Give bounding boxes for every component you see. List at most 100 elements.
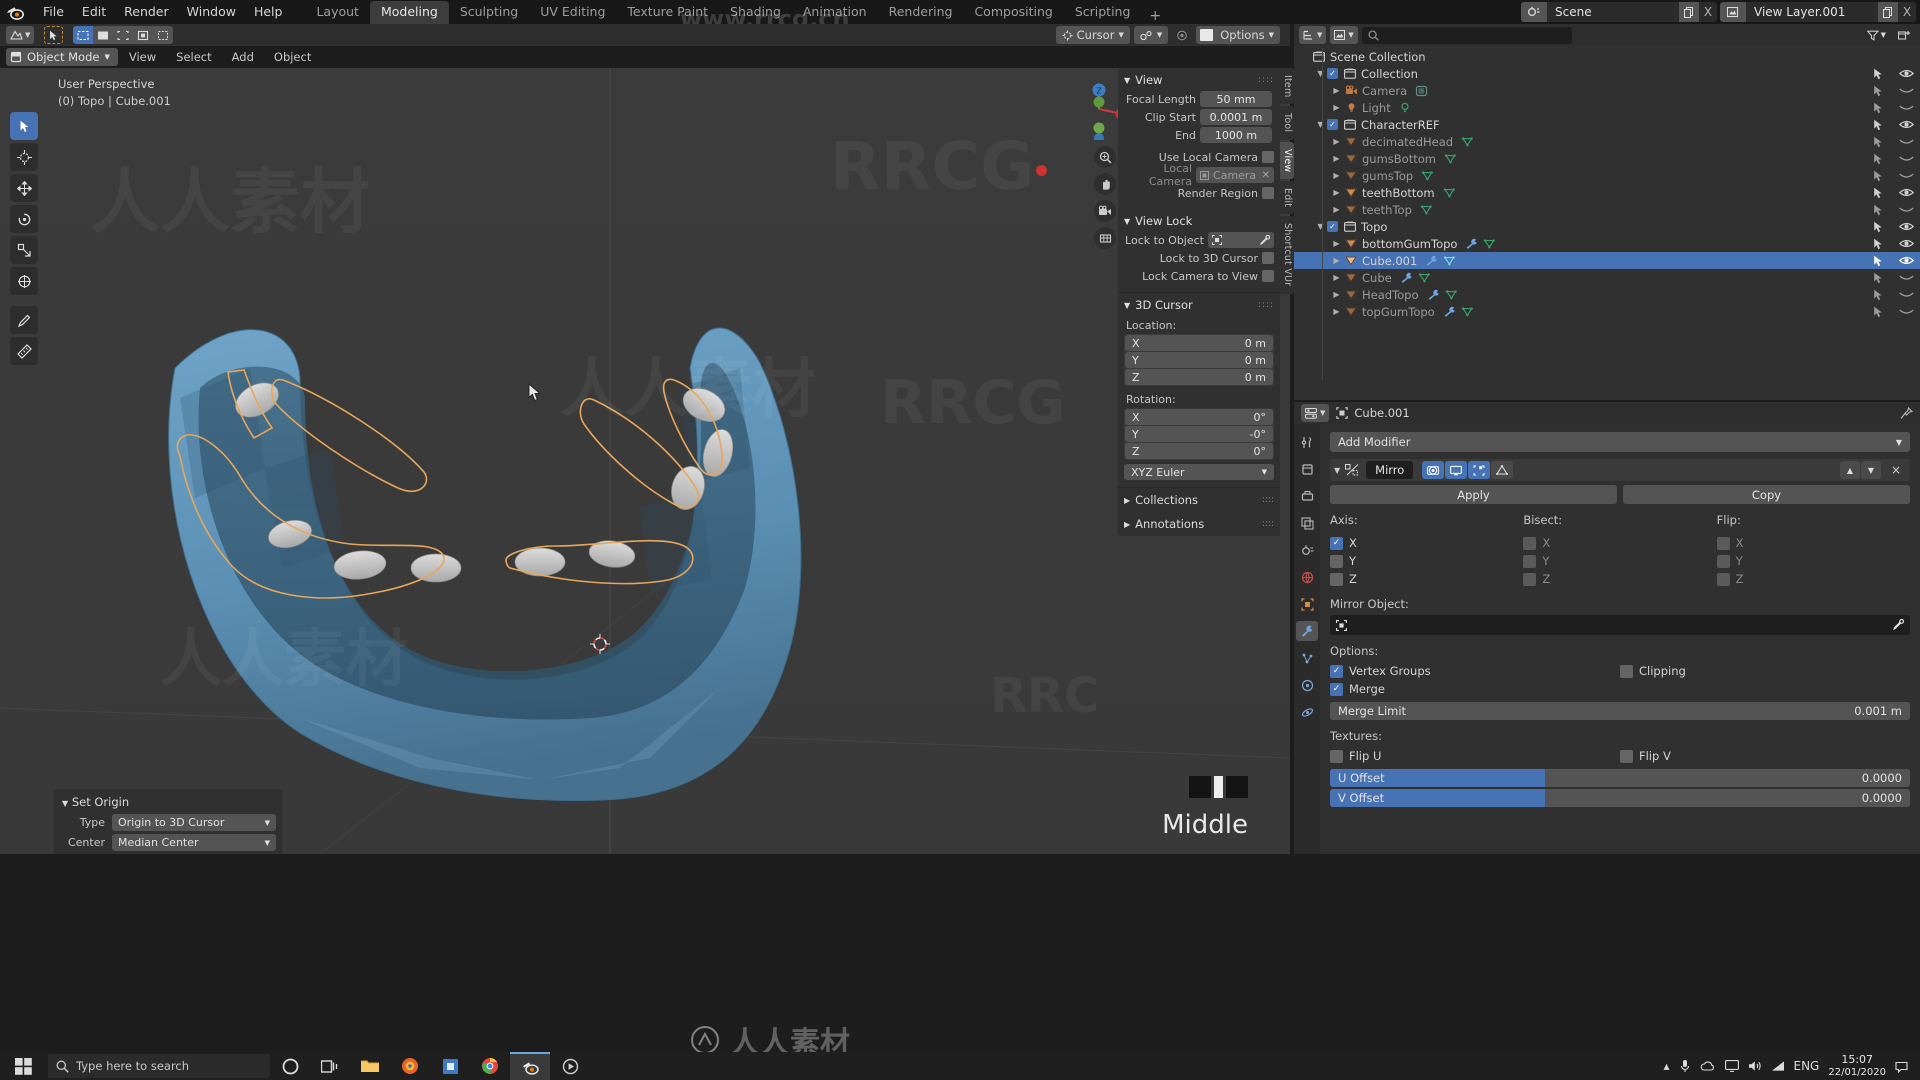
vertex-groups-row[interactable]: ✓ Vertex Groups: [1330, 662, 1620, 680]
cursor-loc-x[interactable]: X 0 m: [1125, 335, 1273, 351]
outliner-visibility-toggle[interactable]: [1899, 119, 1914, 130]
blender-logo-icon[interactable]: [6, 3, 26, 21]
taskbar-search-input[interactable]: Type here to search: [48, 1054, 270, 1078]
merge-checkbox[interactable]: ✓: [1330, 682, 1343, 696]
pin-icon[interactable]: [1900, 406, 1913, 420]
constraint-tab[interactable]: [1296, 702, 1318, 722]
select-subtract-icon[interactable]: [113, 26, 133, 44]
outliner-select-toggle[interactable]: [1873, 272, 1885, 284]
lock-camera-to-view-row[interactable]: Lock Camera to View: [1124, 268, 1274, 284]
particles-tab[interactable]: [1296, 648, 1318, 668]
clip-start-row[interactable]: Clip Start 0.0001 m: [1124, 109, 1274, 125]
modifier-name-field[interactable]: Mirro: [1366, 461, 1414, 479]
outliner-object-row[interactable]: ▶ Cube.001: [1294, 252, 1920, 269]
task-view-icon[interactable]: [310, 1052, 350, 1080]
select-invert-icon[interactable]: [133, 26, 153, 44]
blender-icon[interactable]: [510, 1052, 550, 1080]
workspace-tab-layout[interactable]: Layout: [305, 1, 370, 24]
outliner-select-toggle[interactable]: [1873, 187, 1885, 199]
bisect-z-checkbox[interactable]: [1523, 572, 1537, 586]
remove-view-layer-button[interactable]: X: [1898, 2, 1916, 22]
mesh-data-icon[interactable]: [1443, 187, 1456, 198]
scale-tool-button[interactable]: [10, 236, 38, 264]
workspace-tab-texture-paint[interactable]: Texture Paint: [616, 1, 719, 24]
render-region-checkbox[interactable]: [1262, 187, 1274, 199]
local-camera-clear-icon[interactable]: ✕: [1262, 170, 1270, 181]
outliner-editor[interactable]: ▼ ▼ ▼ Scene Collection ▼ ✓ Collection ▶ Camer…: [1294, 24, 1920, 400]
outliner-object-row[interactable]: ▶ topGumTopo: [1294, 303, 1920, 320]
outliner-expand-toggle[interactable]: ▶: [1330, 103, 1343, 112]
modifier-icon[interactable]: [1443, 306, 1456, 317]
use-local-camera-checkbox[interactable]: [1262, 151, 1274, 163]
flip-u-checkbox[interactable]: [1330, 749, 1343, 763]
onedrive-icon[interactable]: [1700, 1060, 1716, 1072]
outliner-visibility-toggle[interactable]: [1899, 104, 1914, 112]
lock-to-3d-cursor-checkbox[interactable]: [1262, 252, 1274, 264]
tool-tab[interactable]: [1296, 432, 1318, 452]
select-box-icon[interactable]: [73, 26, 94, 44]
annotations-panel-header[interactable]: ▶ Annotations ::::: [1118, 512, 1280, 536]
annotate-tool-button[interactable]: [10, 306, 38, 334]
new-view-layer-button[interactable]: [1878, 2, 1898, 22]
camera-data-icon[interactable]: [1415, 85, 1428, 97]
editor-type-button[interactable]: ▼: [6, 26, 35, 44]
cursor-rot-x[interactable]: X 0°: [1125, 409, 1273, 425]
modifier-icon[interactable]: [1425, 255, 1438, 266]
bisect-x-checkbox[interactable]: [1523, 536, 1537, 550]
mesh-data-icon[interactable]: [1421, 170, 1434, 181]
modifier-move-down-button[interactable]: ▼: [1861, 461, 1881, 479]
workspace-tab-sculpting[interactable]: Sculpting: [449, 1, 529, 24]
flip-x-row[interactable]: X: [1716, 534, 1910, 552]
scene-tab[interactable]: [1296, 540, 1318, 560]
filter-icon[interactable]: ▼: [1863, 26, 1890, 44]
outliner-select-toggle[interactable]: [1873, 136, 1885, 148]
outliner-collection-row[interactable]: ▼ ✓ CharacterREF: [1294, 116, 1920, 133]
outliner-visibility-toggle[interactable]: [1899, 172, 1914, 180]
workspace-tab-rendering[interactable]: Rendering: [878, 1, 964, 24]
axis-y-row[interactable]: Y: [1330, 552, 1523, 570]
outliner-select-toggle[interactable]: [1873, 255, 1885, 267]
menu-window[interactable]: Window: [178, 0, 245, 24]
cursor-loc-z[interactable]: Z 0 m: [1125, 369, 1273, 385]
merge-limit-slider[interactable]: Merge Limit 0.001 m: [1330, 702, 1910, 720]
menu-edit[interactable]: Edit: [73, 0, 115, 24]
transform-pivot-dropdown[interactable]: Cursor ▼: [1055, 26, 1130, 44]
network-icon[interactable]: [1771, 1060, 1785, 1072]
cortana-icon[interactable]: [270, 1052, 310, 1080]
file-explorer-icon[interactable]: [350, 1052, 390, 1080]
snap-dropdown[interactable]: ▼: [1133, 26, 1169, 44]
orthographic-icon[interactable]: [1094, 227, 1116, 249]
operator-redo-panel[interactable]: ▼ Set Origin Type Origin to 3D Cursor ▼ C…: [54, 789, 282, 854]
outliner-expand-toggle[interactable]: ▶: [1330, 86, 1343, 95]
new-scene-button[interactable]: [1679, 2, 1699, 22]
axis-x-row[interactable]: ✓ X: [1330, 534, 1523, 552]
language-indicator[interactable]: ENG: [1794, 1059, 1820, 1073]
scene-selector[interactable]: Scene X: [1521, 2, 1717, 22]
outliner-object-row[interactable]: ▶ teethTop: [1294, 201, 1920, 218]
bisect-y-checkbox[interactable]: [1523, 554, 1537, 568]
outliner-select-toggle[interactable]: [1873, 238, 1885, 250]
mirror-object-field[interactable]: [1330, 615, 1910, 635]
clip-start-value[interactable]: 0.0001 m: [1200, 109, 1272, 125]
bisect-z-row[interactable]: Z: [1523, 570, 1716, 588]
modifier-expand-triangle[interactable]: ▼: [1334, 466, 1340, 475]
sidebar-tab-shortcut[interactable]: Shortcut VUr: [1280, 216, 1294, 294]
outliner-visibility-toggle[interactable]: [1899, 206, 1914, 214]
mesh-data-icon[interactable]: [1461, 136, 1474, 147]
clipping-row[interactable]: Clipping: [1620, 662, 1910, 680]
view-layer-selector[interactable]: View Layer.001 X: [1720, 2, 1916, 22]
outliner-expand-toggle[interactable]: ▶: [1330, 239, 1343, 248]
modifier-icon[interactable]: [1400, 272, 1413, 283]
sidebar-tab-tool[interactable]: Tool: [1280, 106, 1294, 140]
mesh-data-icon[interactable]: [1461, 306, 1474, 317]
merge-row[interactable]: ✓ Merge: [1330, 680, 1620, 698]
media-icon[interactable]: [550, 1052, 590, 1080]
outliner-visibility-toggle[interactable]: [1899, 238, 1914, 249]
flip-y-checkbox[interactable]: [1716, 554, 1730, 568]
viewport-menu-add[interactable]: Add: [223, 46, 263, 68]
modifier-icon[interactable]: [1465, 238, 1478, 249]
outliner-expand-toggle[interactable]: ▼: [1314, 120, 1327, 129]
sidebar-tab-view[interactable]: View: [1280, 141, 1294, 180]
outliner-select-toggle[interactable]: [1873, 204, 1885, 216]
axis-z-checkbox[interactable]: [1330, 572, 1343, 586]
